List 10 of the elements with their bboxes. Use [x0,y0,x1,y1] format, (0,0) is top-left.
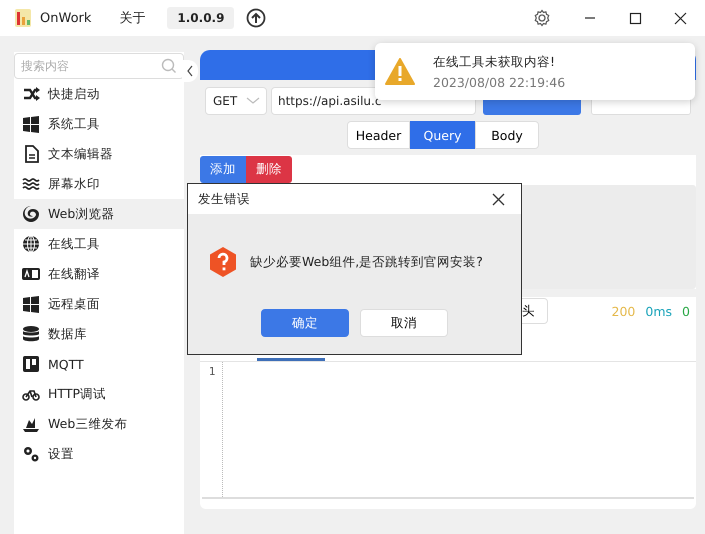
notification-title: 在线工具未获取内容! [433,54,556,70]
line-number: 1 [208,365,216,378]
status-code: 200 [612,304,636,318]
dialog-message: 缺少必要Web组件,是否跳转到官网安装? [250,254,483,270]
notification-time: 2023/08/08 22:19:46 [433,74,566,90]
version-label: 1.0.0.9 [167,7,234,29]
response-size: 0 [682,304,690,318]
dialog-title: 发生错误 [198,190,250,208]
response-time: 0ms [645,304,672,318]
app-name: OnWork [40,10,92,26]
